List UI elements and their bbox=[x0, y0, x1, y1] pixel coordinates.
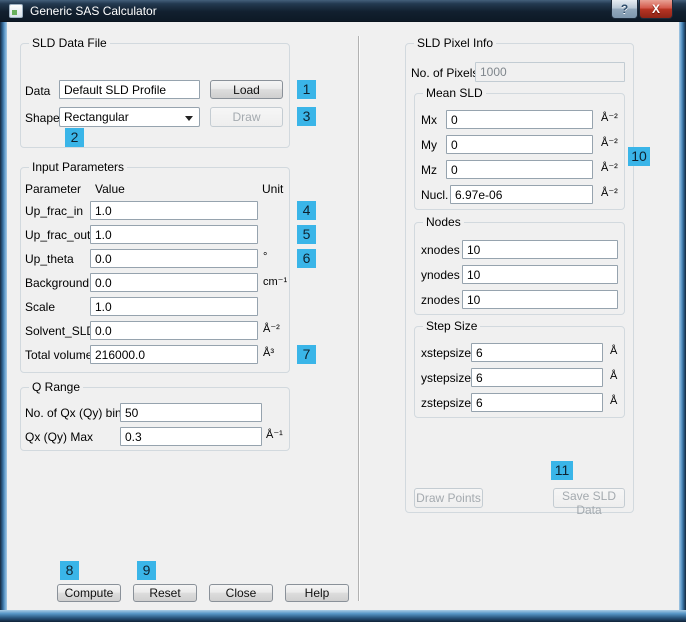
xstepsize-unit: Å bbox=[610, 344, 617, 358]
ystepsize-input[interactable] bbox=[471, 368, 603, 387]
data-file-input[interactable] bbox=[59, 80, 200, 99]
window-border-right bbox=[679, 22, 686, 610]
som-badge-4: 4 bbox=[297, 201, 316, 220]
som-badge-10: 10 bbox=[628, 147, 650, 166]
app-icon bbox=[9, 4, 23, 18]
help-button[interactable]: Help bbox=[285, 584, 349, 602]
group-input-parameters: Input Parameters bbox=[20, 167, 290, 373]
som-badge-11: 11 bbox=[551, 461, 573, 480]
xstepsize-input[interactable] bbox=[471, 343, 603, 362]
q-max-input[interactable] bbox=[120, 427, 262, 446]
group-title-nodes: Nodes bbox=[423, 215, 464, 229]
q-bins-input[interactable] bbox=[120, 403, 262, 422]
param-label-up-frac-in: Up_frac_in bbox=[25, 204, 83, 218]
group-title-step-size: Step Size bbox=[423, 319, 480, 333]
param-label-background: Background bbox=[25, 276, 89, 290]
mz-unit: Å⁻² bbox=[601, 161, 618, 175]
column-header-parameter: Parameter bbox=[25, 182, 81, 196]
load-button[interactable]: Load bbox=[210, 80, 283, 99]
ystepsize-unit: Å bbox=[610, 369, 617, 383]
param-input-up-theta[interactable] bbox=[90, 249, 258, 268]
som-badge-7: 7 bbox=[297, 345, 316, 364]
q-bins-label: No. of Qx (Qy) bins bbox=[25, 406, 128, 420]
save-sld-data-button[interactable]: Save SLD Data bbox=[553, 488, 625, 508]
param-label-up-frac-out: Up_frac_out bbox=[25, 228, 90, 242]
nucl-input[interactable] bbox=[450, 185, 593, 204]
som-badge-6: 6 bbox=[297, 249, 316, 268]
som-badge-1: 1 bbox=[297, 80, 316, 99]
ynodes-label: ynodes bbox=[421, 268, 460, 282]
draw-points-button[interactable]: Draw Points bbox=[414, 488, 483, 508]
chevron-down-icon bbox=[185, 116, 193, 121]
param-input-background[interactable] bbox=[90, 273, 258, 292]
reset-button[interactable]: Reset bbox=[133, 584, 197, 602]
param-label-up-theta: Up_theta bbox=[25, 252, 74, 266]
shape-select[interactable]: Rectangular bbox=[59, 107, 200, 127]
column-header-unit: Unit bbox=[262, 182, 283, 196]
znodes-input[interactable] bbox=[462, 290, 618, 309]
param-unit-solvent-sld: Å⁻² bbox=[263, 322, 280, 336]
param-unit-total-volume: Å³ bbox=[263, 346, 274, 360]
column-header-value: Value bbox=[95, 182, 125, 196]
window-border-left bbox=[0, 22, 7, 610]
param-unit-background: cm⁻¹ bbox=[263, 275, 287, 289]
zstepsize-input[interactable] bbox=[471, 393, 603, 412]
mz-input[interactable] bbox=[446, 160, 593, 179]
param-unit-up-theta: ° bbox=[263, 250, 267, 264]
window-title: Generic SAS Calculator bbox=[30, 4, 157, 18]
param-label-scale: Scale bbox=[25, 300, 55, 314]
compute-button[interactable]: Compute bbox=[57, 584, 121, 602]
znodes-label: znodes bbox=[421, 293, 460, 307]
my-input[interactable] bbox=[446, 135, 593, 154]
nucl-unit: Å⁻² bbox=[601, 186, 618, 200]
mx-label: Mx bbox=[421, 113, 437, 127]
mx-input[interactable] bbox=[446, 110, 593, 129]
ystepsize-label: ystepsize bbox=[421, 371, 471, 385]
window-border-bottom bbox=[0, 610, 686, 622]
zstepsize-label: zstepsize bbox=[421, 396, 471, 410]
param-input-total-volume[interactable] bbox=[90, 345, 258, 364]
zstepsize-unit: Å bbox=[610, 394, 617, 408]
close-button[interactable]: Close bbox=[209, 584, 273, 602]
group-title-q-range: Q Range bbox=[29, 380, 83, 394]
mz-label: Mz bbox=[421, 163, 437, 177]
dialog-window: Generic SAS Calculator ? X SLD Data File… bbox=[0, 0, 686, 622]
param-label-solvent-sld: Solvent_SLD bbox=[25, 324, 95, 338]
ynodes-input[interactable] bbox=[462, 265, 618, 284]
group-title-mean-sld: Mean SLD bbox=[423, 86, 486, 100]
group-title-sld-data-file: SLD Data File bbox=[29, 36, 110, 50]
som-badge-3: 3 bbox=[297, 107, 316, 126]
som-badge-9: 9 bbox=[137, 561, 156, 580]
param-label-total-volume: Total volume bbox=[25, 348, 92, 362]
nucl-label: Nucl. bbox=[421, 188, 448, 202]
xnodes-input[interactable] bbox=[462, 240, 618, 259]
group-title-input-parameters: Input Parameters bbox=[29, 160, 127, 174]
panel-separator bbox=[358, 36, 360, 601]
shape-selected-value: Rectangular bbox=[64, 110, 129, 124]
param-input-up-frac-out[interactable] bbox=[90, 225, 258, 244]
q-max-label: Qx (Qy) Max bbox=[25, 430, 93, 444]
param-input-up-frac-in[interactable] bbox=[90, 201, 258, 220]
group-title-sld-pixel-info: SLD Pixel Info bbox=[414, 36, 496, 50]
titlebar-help-button[interactable]: ? bbox=[611, 0, 638, 19]
data-label: Data bbox=[25, 84, 50, 98]
som-badge-8: 8 bbox=[60, 561, 79, 580]
q-max-unit: Å⁻¹ bbox=[266, 428, 283, 442]
xstepsize-label: xstepsize bbox=[421, 346, 471, 360]
som-badge-2: 2 bbox=[65, 128, 84, 147]
param-input-solvent-sld[interactable] bbox=[90, 321, 258, 340]
draw-button[interactable]: Draw bbox=[210, 107, 283, 127]
no-of-pixels-input bbox=[475, 62, 625, 82]
som-badge-5: 5 bbox=[297, 225, 316, 244]
xnodes-label: xnodes bbox=[421, 243, 460, 257]
no-of-pixels-label: No. of Pixels bbox=[411, 66, 478, 80]
param-input-scale[interactable] bbox=[90, 297, 258, 316]
shape-label: Shape bbox=[25, 111, 60, 125]
title-bar[interactable]: Generic SAS Calculator ? X bbox=[0, 0, 686, 22]
titlebar-close-button[interactable]: X bbox=[639, 0, 673, 19]
my-unit: Å⁻² bbox=[601, 136, 618, 150]
mx-unit: Å⁻² bbox=[601, 111, 618, 125]
my-label: My bbox=[421, 138, 437, 152]
